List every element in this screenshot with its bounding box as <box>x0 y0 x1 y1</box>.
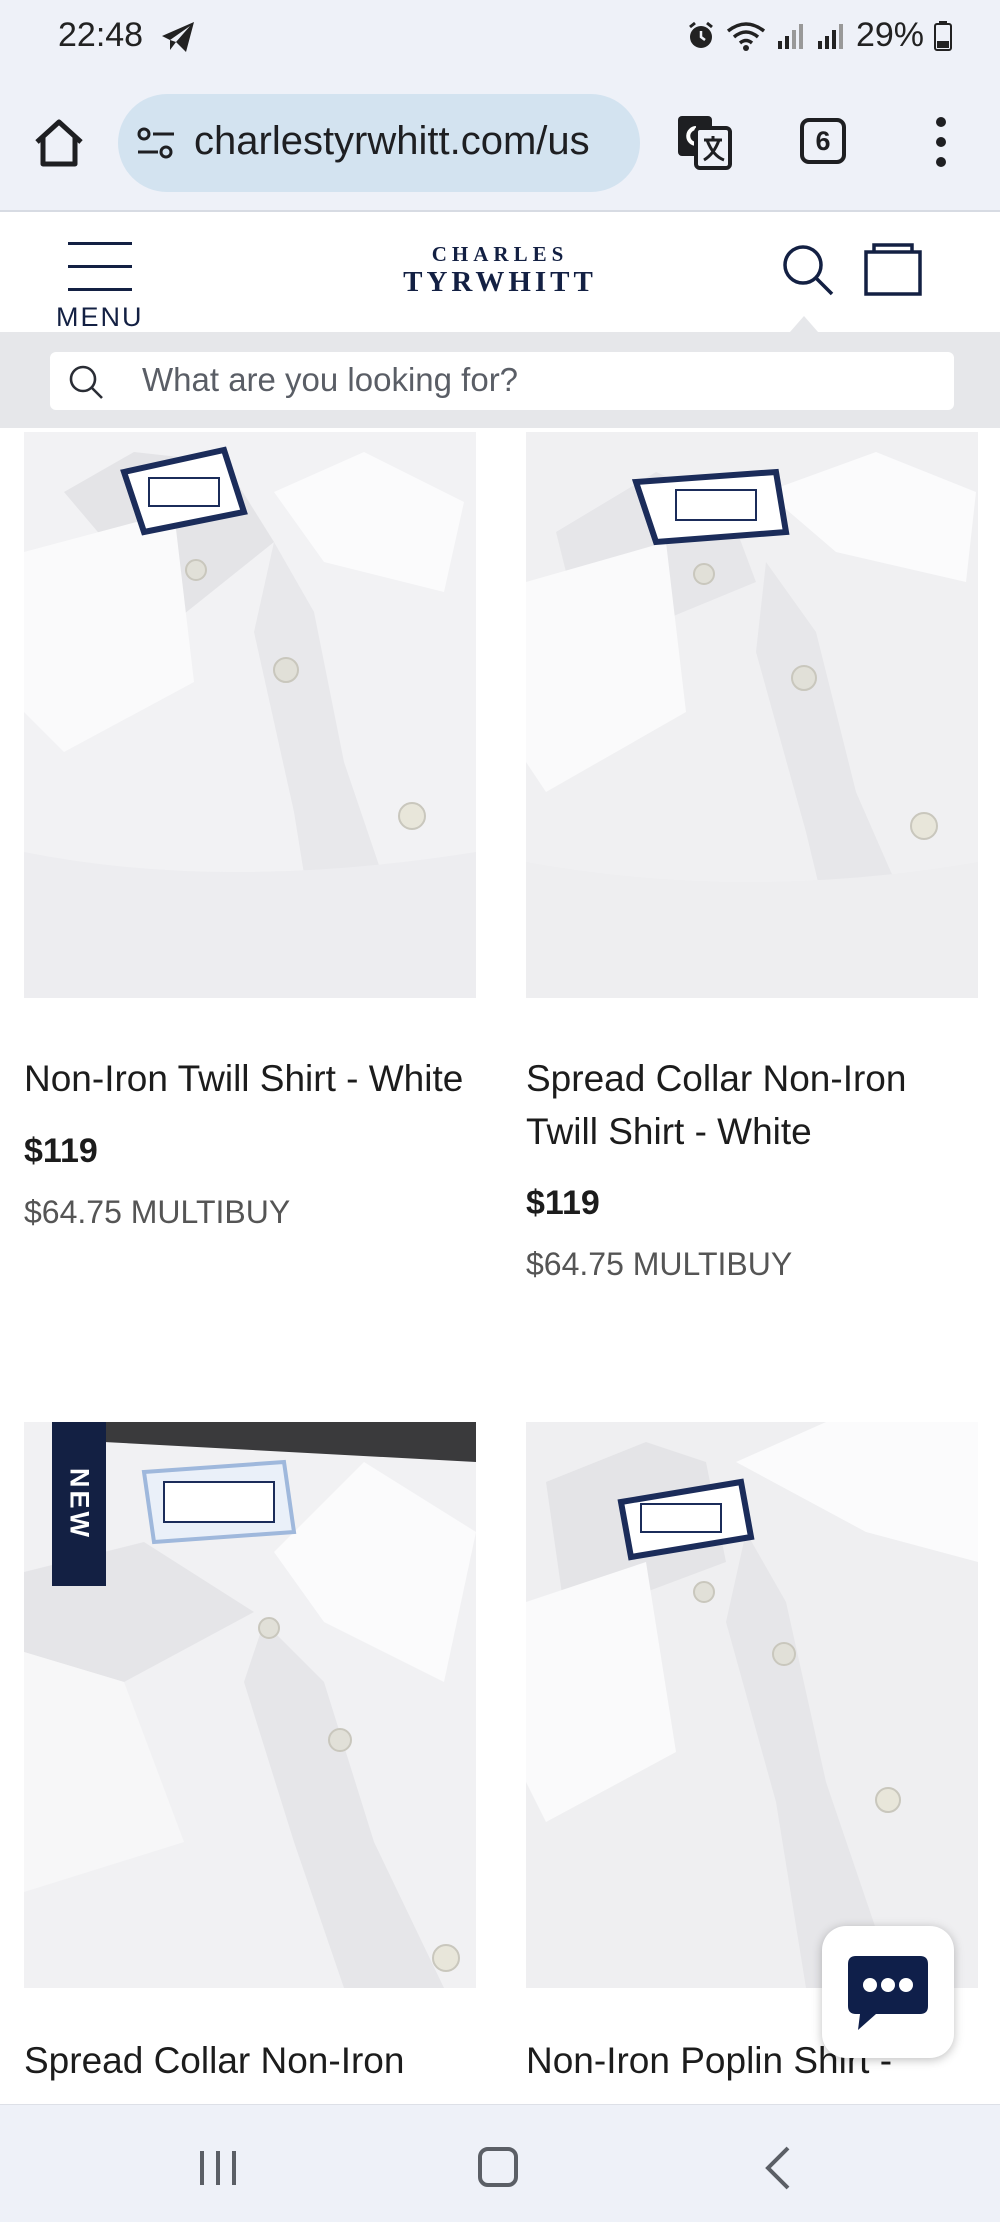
product-multibuy-price: $64.75 MULTIBUY <box>526 1246 793 1282</box>
battery-percent: 29% <box>855 16 924 54</box>
product-price: $119 <box>526 1184 600 1222</box>
product-multibuy-price: $64.75 MULTIBUY <box>24 1194 291 1230</box>
search-input[interactable]: What are you looking for? <box>50 352 954 410</box>
menu-button[interactable]: MENU <box>56 228 166 332</box>
shopping-bag-icon[interactable] <box>862 242 924 298</box>
product-price: $119 <box>24 1132 98 1170</box>
telegram-send-icon <box>162 22 194 52</box>
status-icons: 29% <box>686 16 952 55</box>
home-nav-icon[interactable] <box>478 2147 518 2187</box>
product-image[interactable] <box>24 432 476 998</box>
status-time: 22:48 <box>58 16 144 54</box>
signal-icon <box>777 23 803 49</box>
new-badge: NEW <box>52 1422 106 1586</box>
tab-switcher-button[interactable]: 6 <box>800 118 846 164</box>
browser-toolbar: charlestyrwhitt.com/us 6 <box>0 78 1000 212</box>
search-panel: What are you looking for? <box>0 316 1000 428</box>
alarm-icon <box>689 21 713 48</box>
brand-logo[interactable]: CHARLES TYRWHITT <box>394 242 606 298</box>
translate-icon[interactable] <box>674 112 734 172</box>
system-nav-bar <box>0 2104 1000 2222</box>
hamburger-icon <box>68 242 132 311</box>
product-image[interactable] <box>526 432 978 998</box>
logo-top: CHARLES <box>431 242 569 266</box>
more-options-icon[interactable] <box>926 114 956 170</box>
product-name[interactable]: Spread Collar Non-Iron Twill Shirt - Whi… <box>526 1052 986 1158</box>
product-name[interactable]: Spread Collar Non-Iron <box>24 2034 484 2087</box>
home-icon[interactable] <box>32 116 86 170</box>
url-text: charlestyrwhitt.com/us <box>194 119 590 163</box>
product-image[interactable] <box>526 1422 978 1988</box>
product-name[interactable]: Non-Iron Twill Shirt - White <box>24 1052 484 1105</box>
new-badge-label: NEW <box>64 1468 95 1540</box>
battery-icon <box>934 20 952 51</box>
search-placeholder: What are you looking for? <box>142 361 519 398</box>
product-card[interactable]: NEW Spread Collar Non-Iron <box>24 1422 476 2102</box>
status-bar: 22:48 29% <box>0 0 1000 78</box>
site-header: MENU CHARLES TYRWHITT <box>0 212 1000 332</box>
signal-icon <box>817 23 843 49</box>
wifi-icon <box>726 21 766 51</box>
search-icon <box>69 365 103 399</box>
recent-apps-icon[interactable] <box>196 2149 240 2187</box>
site-settings-icon[interactable] <box>136 126 176 160</box>
search-icon[interactable] <box>780 242 836 298</box>
search-panel-caret <box>790 316 818 332</box>
menu-label: MENU <box>56 302 144 332</box>
logo-bottom: TYRWHITT <box>403 266 597 298</box>
url-bar[interactable]: charlestyrwhitt.com/us <box>118 94 640 192</box>
back-icon[interactable] <box>762 2145 792 2191</box>
chat-bubble-icon <box>848 1956 928 2030</box>
product-card[interactable]: Spread Collar Non-Iron Twill Shirt - Whi… <box>526 432 978 1292</box>
product-card[interactable]: Non-Iron Twill Shirt - White $119 $64.75… <box>24 432 476 1292</box>
tab-count: 6 <box>815 125 831 156</box>
product-image[interactable]: NEW <box>24 1422 476 1988</box>
chat-button[interactable] <box>822 1926 954 2058</box>
